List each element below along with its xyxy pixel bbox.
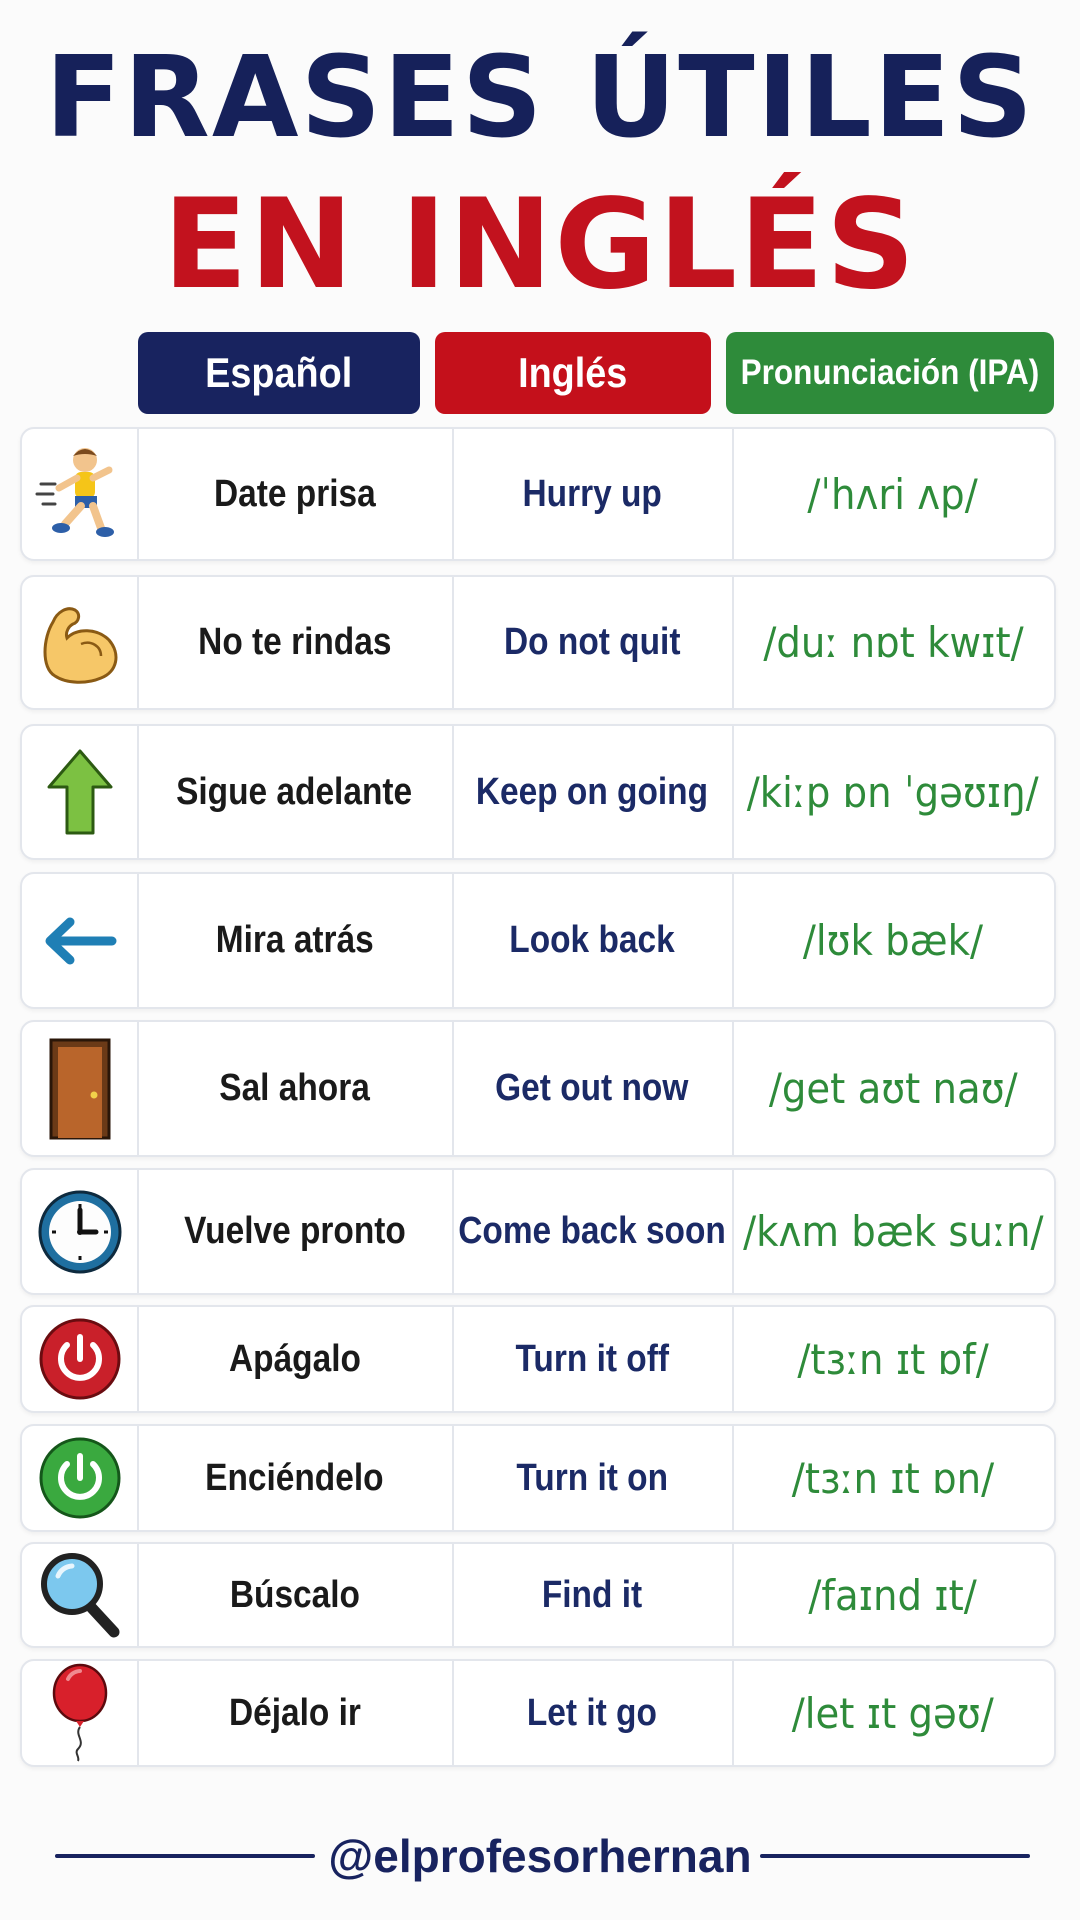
ipa-transcription: /tɜːn ɪt ɒf/ <box>797 1334 989 1384</box>
header-ipa: Pronunciación (IPA) <box>726 332 1054 414</box>
spanish-phrase: Déjalo ir <box>228 1691 361 1734</box>
spanish-phrase: Date prisa <box>213 472 376 515</box>
ipa-transcription: /duː nɒt kwɪt/ <box>762 618 1024 667</box>
spanish-cell: No te rindas <box>137 577 454 708</box>
spanish-phrase: Búscalo <box>229 1573 360 1616</box>
header-ipa-label: Pronunciación (IPA) <box>740 353 1040 392</box>
ipa-cell: /lʊk bæk/ <box>732 874 1054 1007</box>
english-phrase: Do not quit <box>503 621 681 663</box>
ipa-transcription: /get aʊt naʊ/ <box>768 1064 1018 1113</box>
english-cell: Let it go <box>452 1661 734 1765</box>
table-row: Déjalo ir Let it go /let ɪt gəʊ/ <box>20 1659 1056 1767</box>
english-cell: Look back <box>452 874 734 1007</box>
ipa-cell: /kiːp ɒn ˈgəʊɪŋ/ <box>732 726 1054 858</box>
ipa-cell: /tɜːn ɪt ɒf/ <box>732 1307 1054 1411</box>
spanish-cell: Vuelve pronto <box>137 1170 454 1293</box>
header-english-label: Inglés <box>518 349 628 396</box>
english-phrase: Turn it off <box>515 1337 669 1380</box>
spanish-phrase: Vuelve pronto <box>183 1210 406 1252</box>
header-spanish: Español <box>138 332 420 414</box>
english-cell: Get out now <box>452 1022 734 1155</box>
ipa-cell: /let ɪt gəʊ/ <box>732 1661 1054 1765</box>
power-off-icon <box>22 1307 139 1411</box>
spanish-phrase: Mira atrás <box>215 919 374 961</box>
power-on-icon <box>22 1426 139 1530</box>
title-line-1: FRASES ÚTILES <box>45 33 1035 163</box>
english-cell: Come back soon <box>452 1170 734 1293</box>
spanish-cell: Déjalo ir <box>137 1661 454 1765</box>
english-cell: Hurry up <box>452 429 734 559</box>
english-phrase: Let it go <box>526 1691 658 1734</box>
english-phrase: Get out now <box>495 1067 689 1109</box>
table-row: Enciéndelo Turn it on /tɜːn ɪt ɒn/ <box>20 1424 1056 1532</box>
english-phrase: Turn it on <box>516 1456 668 1499</box>
english-phrase: Find it <box>541 1573 643 1616</box>
ipa-cell: /tɜːn ɪt ɒn/ <box>732 1426 1054 1530</box>
running-boy-icon <box>22 429 139 559</box>
english-phrase: Look back <box>509 919 675 961</box>
ipa-transcription: /faɪnd ɪt/ <box>808 1570 978 1620</box>
arrow-left-icon <box>22 874 139 1007</box>
english-cell: Find it <box>452 1544 734 1646</box>
flexed-bicep-icon <box>22 577 139 708</box>
spanish-phrase: No te rindas <box>197 621 392 663</box>
english-phrase: Come back soon <box>458 1210 726 1252</box>
table-row: Mira atrás Look back /lʊk bæk/ <box>20 872 1056 1009</box>
english-phrase: Hurry up <box>522 472 662 515</box>
spanish-cell: Sigue adelante <box>137 726 454 858</box>
english-cell: Turn it off <box>452 1307 734 1411</box>
english-cell: Do not quit <box>452 577 734 708</box>
table-row: Date prisa Hurry up /ˈhʌri ʌp/ <box>20 427 1056 561</box>
table-row: Vuelve pronto Come back soon /kʌm bæk su… <box>20 1168 1056 1295</box>
ipa-transcription: /ˈhʌri ʌp/ <box>807 469 979 519</box>
header-english: Inglés <box>435 332 711 414</box>
spanish-cell: Date prisa <box>137 429 454 559</box>
table-row: Búscalo Find it /faɪnd ɪt/ <box>20 1542 1056 1648</box>
table-row: Apágalo Turn it off /tɜːn ɪt ɒf/ <box>20 1305 1056 1413</box>
spanish-cell: Mira atrás <box>137 874 454 1007</box>
ipa-cell: /duː nɒt kwɪt/ <box>732 577 1054 708</box>
spanish-phrase: Sigue adelante <box>176 770 413 813</box>
ipa-transcription: /lʊk bæk/ <box>802 916 984 965</box>
ipa-transcription: /kiːp ɒn ˈgəʊɪŋ/ <box>747 767 1039 817</box>
spanish-cell: Enciéndelo <box>137 1426 454 1530</box>
english-cell: Keep on going <box>452 726 734 858</box>
title-line-2: EN INGLÉS <box>162 173 918 317</box>
magnifier-icon <box>22 1544 139 1646</box>
spanish-phrase: Apágalo <box>228 1337 361 1380</box>
ipa-cell: /get aʊt naʊ/ <box>732 1022 1054 1155</box>
spanish-phrase: Sal ahora <box>219 1067 370 1109</box>
header-spanish-label: Español <box>205 349 353 396</box>
table-row: Sal ahora Get out now /get aʊt naʊ/ <box>20 1020 1056 1157</box>
spanish-cell: Sal ahora <box>137 1022 454 1155</box>
balloon-icon <box>22 1661 139 1765</box>
ipa-transcription: /kʌm bæk suːn/ <box>742 1207 1044 1256</box>
footer: @elprofesorhernan <box>0 1826 1080 1886</box>
spanish-phrase: Enciéndelo <box>205 1456 384 1499</box>
english-cell: Turn it on <box>452 1426 734 1530</box>
clock-icon <box>22 1170 139 1293</box>
ipa-cell: /faɪnd ɪt/ <box>732 1544 1054 1646</box>
ipa-transcription: /let ɪt gəʊ/ <box>792 1688 994 1738</box>
table-row: No te rindas Do not quit /duː nɒt kwɪt/ <box>20 575 1056 710</box>
table-row: Sigue adelante Keep on going /kiːp ɒn ˈg… <box>20 724 1056 860</box>
author-handle: @elprofesorhernan <box>328 1830 752 1882</box>
ipa-transcription: /tɜːn ɪt ɒn/ <box>791 1453 995 1503</box>
door-icon <box>22 1022 139 1155</box>
spanish-cell: Apágalo <box>137 1307 454 1411</box>
english-phrase: Keep on going <box>475 770 709 813</box>
spanish-cell: Búscalo <box>137 1544 454 1646</box>
ipa-cell: /ˈhʌri ʌp/ <box>732 429 1054 559</box>
ipa-cell: /kʌm bæk suːn/ <box>732 1170 1054 1293</box>
arrow-up-icon <box>22 726 139 858</box>
